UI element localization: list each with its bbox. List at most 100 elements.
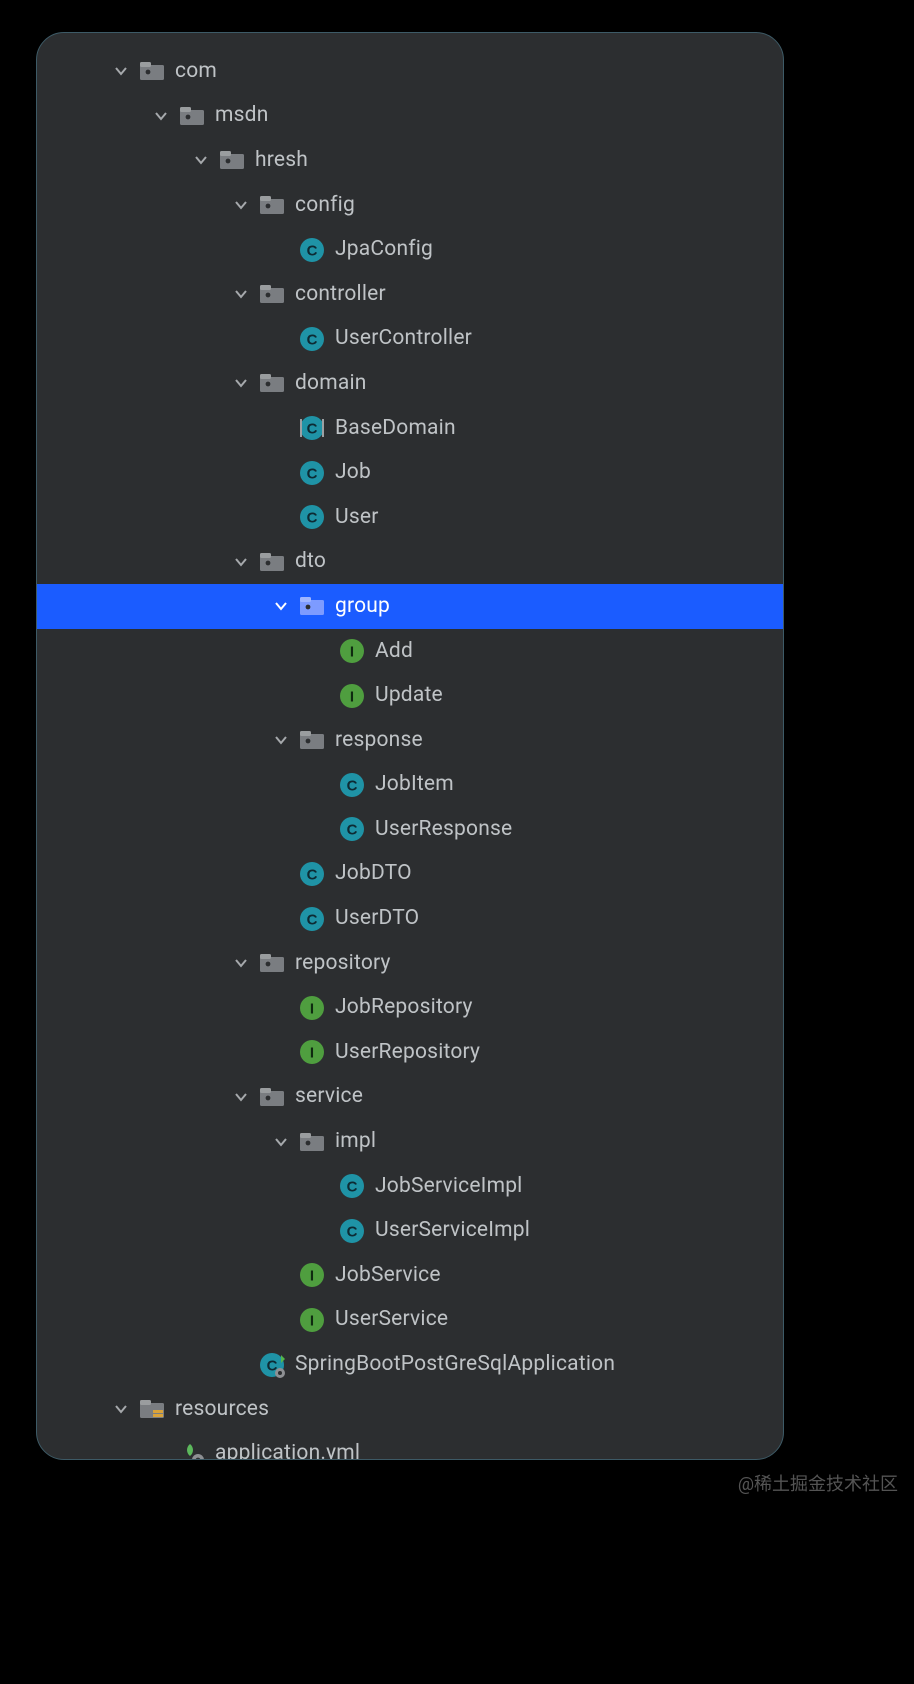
- class-icon: C: [299, 861, 325, 887]
- tree-node[interactable]: response: [37, 718, 783, 763]
- svg-text:I: I: [310, 1268, 314, 1285]
- tree-node-label: hresh: [255, 150, 308, 171]
- tree-node[interactable]: config: [37, 183, 783, 228]
- svg-text:C: C: [347, 822, 358, 839]
- chevron-placeholder: [269, 238, 293, 262]
- tree-node-label: BaseDomain: [335, 418, 456, 439]
- chevron-placeholder: [309, 773, 333, 797]
- class-icon: C: [299, 906, 325, 932]
- chevron-down-icon[interactable]: [269, 594, 293, 618]
- tree-node-label: UserController: [335, 328, 472, 349]
- tree-node-label: dto: [295, 551, 326, 572]
- chevron-down-icon[interactable]: [269, 1130, 293, 1154]
- tree-node[interactable]: dto: [37, 540, 783, 585]
- tree-node-label: UserService: [335, 1309, 448, 1330]
- tree-node[interactable]: I UserService: [37, 1298, 783, 1343]
- chevron-placeholder: [149, 1442, 173, 1460]
- class-icon: C: [299, 237, 325, 263]
- chevron-down-icon[interactable]: [109, 59, 133, 83]
- tree-node[interactable]: C JobDTO: [37, 852, 783, 897]
- chevron-placeholder: [269, 327, 293, 351]
- chevron-down-icon[interactable]: [229, 371, 253, 395]
- svg-text:C: C: [307, 242, 318, 259]
- tree-node[interactable]: impl: [37, 1119, 783, 1164]
- project-tree[interactable]: commsdnhreshconfigCJpaConfigcontrollerCU…: [37, 33, 783, 1460]
- folder-icon: [259, 950, 285, 976]
- tree-node-label: group: [335, 596, 390, 617]
- svg-text:I: I: [310, 1312, 314, 1329]
- tree-node[interactable]: CSpringBootPostGreSqlApplication: [37, 1342, 783, 1387]
- svg-text:I: I: [310, 1045, 314, 1062]
- class-icon: C: [339, 1218, 365, 1244]
- tree-node[interactable]: controller: [37, 272, 783, 317]
- svg-text:C: C: [307, 421, 318, 438]
- tree-node[interactable]: service: [37, 1075, 783, 1120]
- chevron-down-icon[interactable]: [229, 193, 253, 217]
- chevron-placeholder: [269, 505, 293, 529]
- chevron-placeholder: [269, 416, 293, 440]
- tree-node[interactable]: resources: [37, 1387, 783, 1432]
- chevron-placeholder: [269, 907, 293, 931]
- chevron-down-icon[interactable]: [229, 951, 253, 975]
- tree-node[interactable]: hresh: [37, 138, 783, 183]
- chevron-placeholder: [269, 1040, 293, 1064]
- tree-node[interactable]: IJobService: [37, 1253, 783, 1298]
- tree-node[interactable]: CUserServiceImpl: [37, 1208, 783, 1253]
- tree-node-label: com: [175, 61, 217, 82]
- tree-node-label: JobRepository: [335, 997, 473, 1018]
- svg-text:C: C: [347, 777, 358, 794]
- folder-icon: [259, 549, 285, 575]
- tree-node[interactable]: IUpdate: [37, 673, 783, 718]
- project-tree-panel: commsdnhreshconfigCJpaConfigcontrollerCU…: [36, 32, 784, 1460]
- chevron-placeholder: [309, 684, 333, 708]
- svg-text:C: C: [307, 331, 318, 348]
- tree-node[interactable]: CJobItem: [37, 763, 783, 808]
- folder-icon: [299, 727, 325, 753]
- class-icon: C: [299, 460, 325, 486]
- chevron-down-icon[interactable]: [229, 1085, 253, 1109]
- tree-node[interactable]: application.yml: [37, 1431, 783, 1460]
- tree-node[interactable]: repository: [37, 941, 783, 986]
- tree-node-label: User: [335, 507, 379, 528]
- chevron-down-icon[interactable]: [229, 282, 253, 306]
- tree-node-label: msdn: [215, 105, 269, 126]
- chevron-down-icon[interactable]: [269, 728, 293, 752]
- tree-node[interactable]: I UserRepository: [37, 1030, 783, 1075]
- folder-icon: [259, 1084, 285, 1110]
- interface-icon: I: [299, 995, 325, 1021]
- interface-icon: I: [299, 1307, 325, 1333]
- tree-node-label: Update: [375, 685, 443, 706]
- class-icon: C: [339, 772, 365, 798]
- tree-node-label: impl: [335, 1131, 376, 1152]
- tree-node[interactable]: com: [37, 49, 783, 94]
- chevron-down-icon[interactable]: [229, 550, 253, 574]
- svg-text:C: C: [347, 1223, 358, 1240]
- tree-node-label: JobDTO: [335, 863, 412, 884]
- tree-node[interactable]: C UserController: [37, 317, 783, 362]
- tree-node[interactable]: group: [37, 584, 783, 629]
- chevron-down-icon[interactable]: [189, 148, 213, 172]
- tree-node[interactable]: CJobServiceImpl: [37, 1164, 783, 1209]
- tree-node[interactable]: CUser: [37, 495, 783, 540]
- tree-node[interactable]: CJpaConfig: [37, 227, 783, 272]
- tree-node-label: UserRepository: [335, 1042, 480, 1063]
- chevron-down-icon[interactable]: [109, 1397, 133, 1421]
- tree-node[interactable]: I JobRepository: [37, 985, 783, 1030]
- abstract-class-icon: C: [299, 415, 325, 441]
- tree-node[interactable]: domain: [37, 361, 783, 406]
- tree-node[interactable]: msdn: [37, 94, 783, 139]
- svg-text:C: C: [307, 465, 318, 482]
- svg-text:I: I: [310, 1000, 314, 1017]
- tree-node[interactable]: C BaseDomain: [37, 406, 783, 451]
- chevron-placeholder: [269, 461, 293, 485]
- tree-node[interactable]: CUserResponse: [37, 807, 783, 852]
- tree-node[interactable]: CJob: [37, 450, 783, 495]
- chevron-placeholder: [309, 1174, 333, 1198]
- tree-node[interactable]: CUserDTO: [37, 896, 783, 941]
- tree-node[interactable]: IAdd: [37, 629, 783, 674]
- chevron-down-icon[interactable]: [149, 104, 173, 128]
- tree-node-label: controller: [295, 284, 386, 305]
- chevron-placeholder: [269, 862, 293, 886]
- folder-icon: [219, 147, 245, 173]
- tree-node-label: SpringBootPostGreSqlApplication: [295, 1354, 615, 1375]
